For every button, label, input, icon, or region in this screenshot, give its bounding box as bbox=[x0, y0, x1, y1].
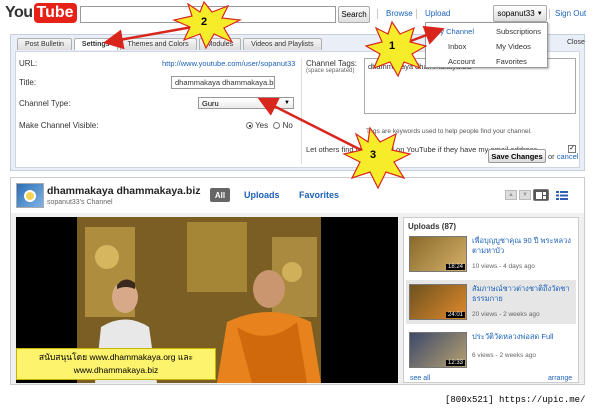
annotation-label-3: 3 bbox=[370, 149, 377, 161]
annotation-overlay bbox=[103, 0, 445, 190]
annotation-burst-1 bbox=[364, 20, 428, 78]
annotation-label-2: 2 bbox=[201, 16, 208, 28]
arrow-to-channel-type bbox=[257, 97, 366, 154]
annotation-label-1: 1 bbox=[389, 40, 396, 52]
annotation-burst-3 bbox=[342, 126, 412, 190]
watermark: [800x521] https://upic.me/ bbox=[445, 395, 586, 405]
page: You Tube Search Browse Upload sopanut33 ▼… bbox=[0, 0, 600, 410]
